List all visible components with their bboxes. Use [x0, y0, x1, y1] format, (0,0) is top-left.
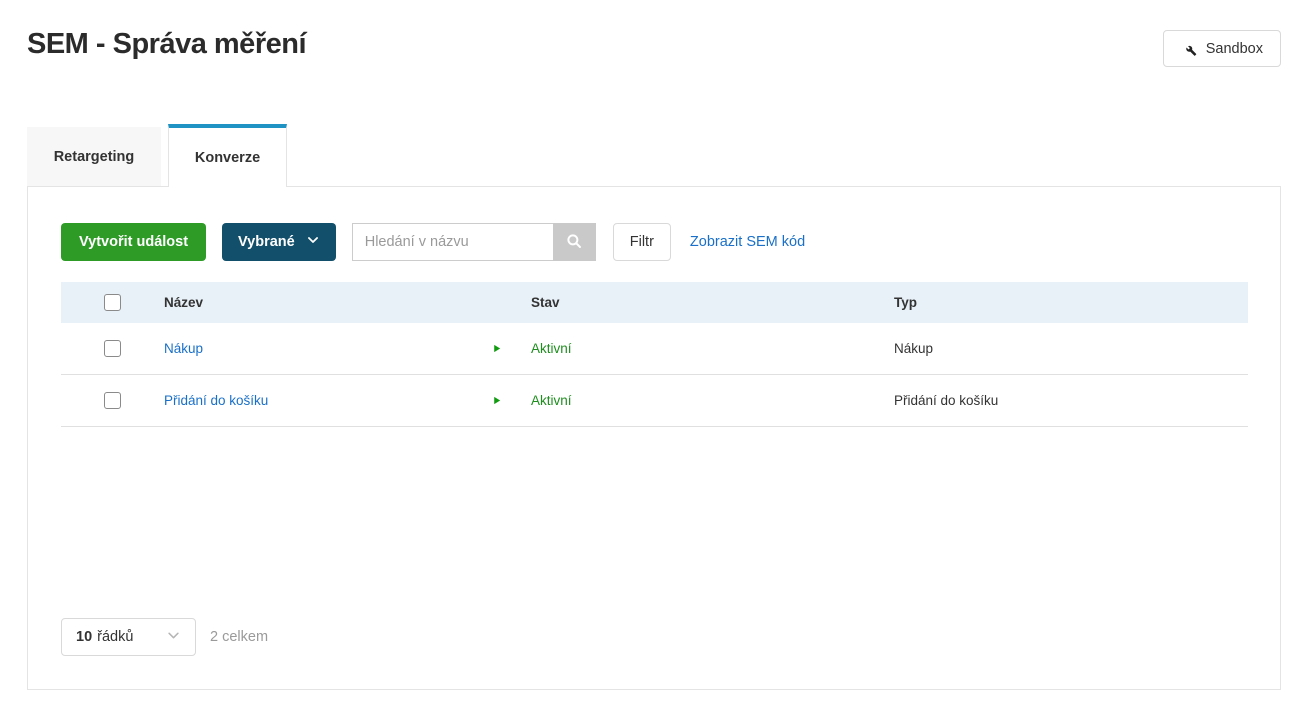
table-row: Nákup Aktivní Nákup	[61, 323, 1248, 375]
column-header-nazev: Název	[164, 295, 204, 310]
row-checkbox-cell	[61, 340, 164, 357]
konverze-panel: Vytvořit událost Vybrané Hledání v názvu…	[27, 186, 1281, 690]
row-status-cell: Aktivní	[491, 393, 894, 408]
pagination: 10 řádků 2 celkem	[61, 618, 1248, 656]
tab-bar: Retargeting Konverze	[27, 124, 1281, 187]
events-table: Název Stav Typ Nákup Aktivní Nákup Přidá…	[61, 282, 1248, 427]
row-checkbox-cell	[61, 392, 164, 409]
row-type-cell: Přidání do košíku	[894, 393, 999, 408]
row-name-cell: Přidání do košíku	[164, 393, 491, 408]
row-checkbox[interactable]	[104, 392, 121, 409]
show-sem-code-link[interactable]: Zobrazit SEM kód	[690, 234, 805, 250]
row-checkbox[interactable]	[104, 340, 121, 357]
sandbox-button[interactable]: Sandbox	[1162, 30, 1281, 67]
play-triangle-icon	[491, 343, 531, 354]
tab-retargeting-label: Retargeting	[53, 148, 135, 165]
row-type-cell: Nákup	[894, 341, 934, 356]
page-title: SEM - Správa měření	[27, 28, 307, 60]
row-name-cell: Nákup	[164, 341, 491, 356]
rows-per-page-select[interactable]: 10 řádků	[61, 618, 196, 656]
rows-count: 10	[76, 629, 93, 645]
sandbox-button-label: Sandbox	[1205, 40, 1263, 57]
table-row: Přidání do košíku Aktivní Přidání do koš…	[61, 375, 1248, 427]
selected-dropdown-button[interactable]: Vybrané	[222, 223, 336, 261]
rows-label: řádků	[97, 629, 134, 645]
chevron-down-icon	[306, 233, 320, 251]
filter-button[interactable]: Filtr	[612, 223, 671, 261]
event-name-link[interactable]: Přidání do košíku	[164, 393, 268, 408]
column-header-typ: Typ	[894, 295, 917, 310]
rows-per-page-value: 10 řádků	[76, 629, 133, 645]
status-text: Aktivní	[531, 393, 572, 408]
search-input[interactable]	[351, 223, 553, 261]
event-name-link[interactable]: Nákup	[164, 341, 203, 356]
search-button[interactable]	[552, 223, 596, 261]
column-header-stav: Stav	[531, 295, 560, 310]
tab-konverze-label: Konverze	[194, 149, 261, 166]
status-text: Aktivní	[531, 341, 572, 356]
select-all-checkbox[interactable]	[104, 294, 121, 311]
select-all-cell	[61, 294, 164, 311]
page: SEM - Správa měření Sandbox Retargeting …	[0, 0, 1303, 711]
chevron-down-icon	[166, 628, 181, 647]
play-triangle-icon	[491, 395, 531, 406]
tab-retargeting[interactable]: Retargeting	[27, 127, 161, 186]
create-event-button[interactable]: Vytvořit událost	[61, 223, 207, 261]
page-header: SEM - Správa měření Sandbox	[0, 0, 1303, 67]
row-status-cell: Aktivní	[491, 341, 894, 356]
wrench-icon	[1181, 41, 1197, 57]
tab-konverze[interactable]: Konverze	[168, 124, 287, 187]
selected-dropdown-label: Vybrané	[238, 234, 295, 250]
column-header-stav-cell: Stav	[491, 295, 894, 310]
search-group	[351, 223, 596, 261]
table-header-row: Název Stav Typ	[61, 282, 1248, 323]
total-count: 2 celkem	[210, 629, 269, 645]
search-icon	[565, 232, 583, 253]
toolbar: Vytvořit událost Vybrané Hledání v názvu…	[61, 223, 1248, 261]
